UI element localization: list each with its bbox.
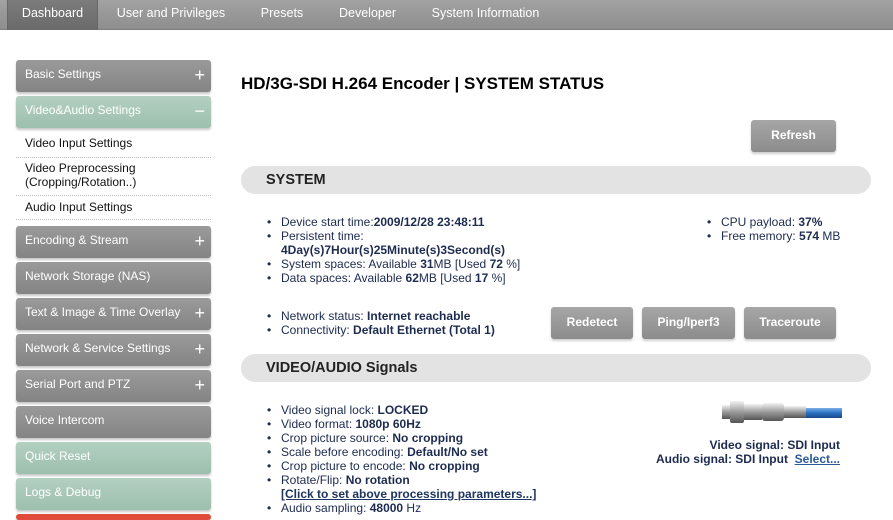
sidebar-item-video-audio-settings[interactable]: Video&Audio Settings − <box>16 96 211 128</box>
sidebar-item-basic-settings[interactable]: Basic Settings + <box>16 60 211 92</box>
sidebar-item-text-image-overlay[interactable]: Text & Image & Time Overlay + <box>16 298 211 330</box>
tab-user-privileges[interactable]: User and Privileges <box>108 0 234 30</box>
video-audio-list: Video signal lock: LOCKED Video format: … <box>266 403 646 515</box>
processing-params-link[interactable]: [Click to set above processing parameter… <box>281 487 536 501</box>
data-spaces: Data spaces: Available 62MB [Used 17 %] <box>266 271 686 285</box>
audio-sampling: Audio sampling: 48000 Hz <box>266 501 646 515</box>
sidebar-item-label: Text & Image & Time Overlay <box>25 305 181 319</box>
ping-iperf3-button[interactable]: Ping/Iperf3 <box>642 307 735 339</box>
plus-icon: + <box>194 375 205 395</box>
sidebar-item-encoding-stream[interactable]: Encoding & Stream + <box>16 226 211 258</box>
connectivity: Connectivity: Default Ethernet (Total 1) <box>266 323 546 337</box>
sidebar-item-label: Quick Reset <box>25 449 91 463</box>
video-signal-lock: Video signal lock: LOCKED <box>266 403 646 417</box>
plus-icon: + <box>194 231 205 251</box>
sidebar-item-network-storage[interactable]: Network Storage (NAS) <box>16 262 211 294</box>
system-info-list: Device start time:2009/12/28 23:48:11 Pe… <box>266 215 686 285</box>
sidebar-item-label: Serial Port and PTZ <box>25 377 131 391</box>
sidebar-item-partial[interactable] <box>16 514 211 520</box>
signal-summary: Video signal: SDI Input Audio signal: SD… <box>656 438 840 466</box>
video-audio-section-header: VIDEO/AUDIO Signals <box>241 354 871 382</box>
select-audio-link[interactable]: Select... <box>795 452 840 466</box>
plus-icon: + <box>194 303 205 323</box>
network-status: Network status: Internet reachable <box>266 309 546 323</box>
audio-signal-row: Audio signal: SDI Input Select... <box>655 452 840 466</box>
tab-system-information[interactable]: System Information <box>424 0 547 30</box>
sdi-cable-icon <box>722 401 842 423</box>
sidebar-item-logs-debug[interactable]: Logs & Debug <box>16 478 211 510</box>
sidebar-item-network-service[interactable]: Network & Service Settings + <box>16 334 211 366</box>
plus-icon: + <box>194 339 205 359</box>
sidebar-item-label: Encoding & Stream <box>25 233 129 247</box>
system-spaces: System spaces: Available 31MB [Used 72 %… <box>266 257 686 271</box>
top-nav: Dashboard User and Privileges Presets De… <box>0 0 893 30</box>
system-resource-list: CPU payload: 37% Free memory: 574 MB <box>706 215 876 243</box>
sidebar-item-label: Network & Service Settings <box>25 341 171 355</box>
network-list: Network status: Internet reachable Conne… <box>266 309 546 337</box>
plus-icon: + <box>194 65 205 85</box>
minus-icon: − <box>194 101 205 121</box>
sidebar-item-label: Network Storage (NAS) <box>25 269 151 283</box>
sidebar-item-label: Video&Audio Settings <box>25 103 141 117</box>
scale-before-encoding: Scale before encoding: Default/No set <box>266 445 646 459</box>
sidebar-sub-video-input[interactable]: Video Input Settings <box>16 136 211 158</box>
sidebar-sub-video-preprocessing[interactable]: Video Preprocessing (Cropping/Rotation..… <box>16 161 211 196</box>
cpu-payload: CPU payload: 37% <box>706 215 876 229</box>
sidebar-item-quick-reset[interactable]: Quick Reset <box>16 442 211 474</box>
redetect-button[interactable]: Redetect <box>551 307 633 339</box>
tab-developer[interactable]: Developer <box>330 0 405 30</box>
video-format: Video format: 1080p 60Hz <box>266 417 646 431</box>
refresh-button[interactable]: Refresh <box>751 120 836 152</box>
tab-dashboard[interactable]: Dashboard <box>7 0 98 30</box>
crop-picture-to-encode: Crop picture to encode: No cropping <box>266 459 646 473</box>
crop-picture-source: Crop picture source: No cropping <box>266 431 646 445</box>
video-signal-text: Video signal: SDI Input <box>709 438 840 452</box>
sidebar-item-label: Basic Settings <box>25 67 102 81</box>
tab-presets[interactable]: Presets <box>252 0 312 30</box>
rotate-flip: Rotate/Flip: No rotation[Click to set ab… <box>266 473 646 501</box>
sidebar-item-label: Logs & Debug <box>25 485 102 499</box>
sidebar-item-serial-port-ptz[interactable]: Serial Port and PTZ + <box>16 370 211 402</box>
system-section-header: SYSTEM <box>241 166 871 194</box>
page-title: HD/3G-SDI H.264 Encoder | SYSTEM STATUS <box>241 74 605 93</box>
free-memory: Free memory: 574 MB <box>706 229 876 243</box>
device-start-time: Device start time:2009/12/28 23:48:11 <box>266 215 686 229</box>
persistent-time: Persistent time:4Day(s)7Hour(s)25Minute(… <box>266 229 686 257</box>
sidebar-sub-audio-input[interactable]: Audio Input Settings <box>16 200 211 220</box>
sidebar-item-voice-intercom[interactable]: Voice Intercom <box>16 406 211 438</box>
sidebar-item-label: Voice Intercom <box>25 413 105 427</box>
traceroute-button[interactable]: Traceroute <box>744 307 836 339</box>
